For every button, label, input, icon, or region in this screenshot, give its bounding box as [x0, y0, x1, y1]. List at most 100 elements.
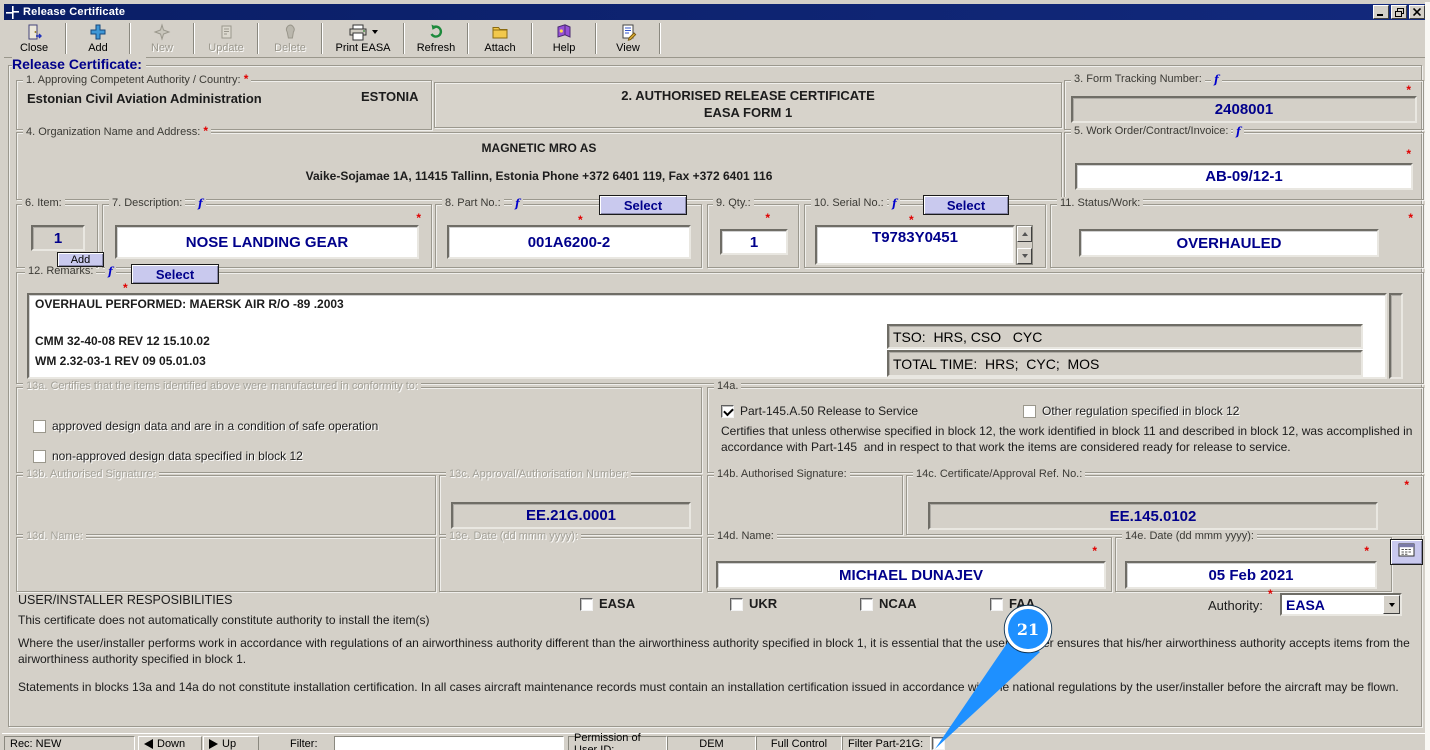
description-field[interactable]: NOSE LANDING GEAR	[115, 225, 419, 259]
block12-group: 12. Remarks: f * Select OVERHAUL PERFORM…	[16, 272, 1424, 384]
part145-release-checkbox[interactable]	[721, 405, 734, 418]
required-marker: *	[416, 211, 421, 225]
ukr-checkbox-label: UKR	[749, 596, 777, 611]
restore-button[interactable]	[1391, 5, 1407, 19]
required-marker: *	[1404, 478, 1409, 492]
form-tracking-number-field: 2408001	[1071, 96, 1417, 123]
easa-checkbox[interactable]	[580, 598, 593, 611]
down-button-label: Down	[157, 738, 185, 750]
print-easa-button[interactable]: Print EASA	[326, 21, 400, 56]
folder-icon	[491, 23, 509, 41]
window-title: Release Certificate	[23, 6, 125, 18]
part-no-select-button[interactable]: Select	[599, 195, 687, 215]
serial-no-select-button[interactable]: Select	[923, 195, 1009, 215]
organization-address: Vaike-Sojamae 1A, 11415 Tallinn, Estonia…	[17, 169, 1061, 183]
work-order-field[interactable]: AB-09/12-1	[1075, 163, 1413, 190]
attach-button[interactable]: Attach	[472, 21, 528, 56]
calendar-icon	[1398, 542, 1415, 562]
block6-label: 6. Item:	[22, 197, 65, 210]
page-title: Release Certificate:	[12, 56, 146, 72]
installer-para3: Statements in blocks 13a and 14a do not …	[18, 679, 1412, 695]
close-button-label: Close	[20, 42, 48, 54]
down-button[interactable]: Down	[138, 736, 202, 750]
view-button-label: View	[616, 42, 640, 54]
user-installer-heading: USER/INSTALLER RESPOSIBILITIES	[18, 593, 232, 607]
toolbar-separator	[193, 23, 195, 54]
remarks-select-button[interactable]: Select	[131, 264, 219, 284]
block5-group: 5. Work Order/Contract/Invoice: f * AB-0…	[1064, 132, 1424, 200]
help-button[interactable]: Help	[536, 21, 592, 56]
block10-label: 10. Serial No.:	[811, 197, 887, 210]
ncaa-checkbox[interactable]	[860, 598, 873, 611]
new-button-label: New	[151, 42, 173, 54]
close-window-button[interactable]	[1409, 5, 1425, 19]
ukr-checkbox[interactable]	[730, 598, 743, 611]
add-button[interactable]: Add	[70, 21, 126, 56]
status-work-field[interactable]: OVERHAULED	[1079, 229, 1379, 257]
combo-dropdown-icon[interactable]	[1383, 595, 1400, 614]
block5-label: 5. Work Order/Contract/Invoice:	[1071, 125, 1231, 138]
authority-combobox[interactable]: EASA	[1280, 593, 1402, 616]
minimize-button[interactable]	[1373, 5, 1389, 19]
block1-group: 1. Approving Competent Authority / Count…	[16, 80, 432, 130]
block2-box: 2. AUTHORISED RELEASE CERTIFICATE EASA F…	[434, 82, 1062, 128]
view-document-icon	[619, 23, 637, 41]
certificate-title-line1: 2. AUTHORISED RELEASE CERTIFICATE	[435, 88, 1061, 103]
block13d-group: 13d. Name:	[16, 537, 436, 592]
f-marker: f	[1233, 125, 1244, 138]
certificate-approval-ref-field: EE.145.0102	[928, 502, 1378, 530]
filter-part21g-checkbox[interactable]	[932, 737, 945, 750]
calendar-button[interactable]	[1390, 539, 1423, 565]
qty-field[interactable]: 1	[720, 229, 788, 255]
item-add-button[interactable]: Add	[57, 252, 104, 267]
toolbar-separator	[321, 23, 323, 54]
status-bar: Rec: NEW Down Up Filter: Permission of U…	[2, 733, 1426, 750]
toolbar-separator	[467, 23, 469, 54]
required-marker: *	[1092, 544, 1097, 558]
name-field[interactable]: MICHAEL DUNAJEV	[716, 561, 1106, 589]
required-marker: *	[1408, 211, 1413, 225]
block14a-label: 14a.	[714, 380, 741, 393]
serial-no-spinner[interactable]	[1016, 225, 1033, 265]
title-bar: Release Certificate	[4, 4, 1427, 20]
block13e-label: 13e. Date (dd mmm yyyy):	[446, 530, 581, 543]
remarks-line2: CMM 32-40-08 REV 12 15.10.02	[35, 334, 210, 348]
down-arrow-icon	[144, 739, 153, 749]
serial-no-field[interactable]: T9783Y0451	[815, 225, 1015, 265]
block1-label: 1. Approving Competent Authority / Count…	[23, 73, 251, 87]
toolbar-separator	[531, 23, 533, 54]
block14c-group: 14c. Certificate/Approval Ref. No.: * EE…	[906, 475, 1424, 535]
block14a-group: 14a. Part-145.A.50 Release to Service Ot…	[707, 387, 1424, 473]
part-no-field[interactable]: 001A6200-2	[447, 225, 691, 259]
print-dropdown-caret[interactable]	[372, 30, 378, 34]
update-button: Update	[198, 21, 254, 56]
part145-release-label: Part-145.A.50 Release to Service	[740, 404, 918, 418]
remarks-line1: OVERHAUL PERFORMED: MAERSK AIR R/O -89 .…	[35, 297, 344, 311]
date-field[interactable]: 05 Feb 2021	[1125, 561, 1377, 589]
block13d-label: 13d. Name:	[23, 530, 86, 543]
faa-checkbox[interactable]	[990, 598, 1003, 611]
toolbar-separator	[257, 23, 259, 54]
ncaa-checkbox-label: NCAA	[879, 596, 917, 611]
required-marker: *	[203, 124, 208, 138]
filter-input[interactable]	[334, 736, 564, 750]
delete-button-label: Delete	[274, 42, 306, 54]
close-button[interactable]: Close	[6, 21, 62, 56]
approving-authority-value: Estonian Civil Aviation Administration	[27, 91, 262, 106]
remarks-scrollbar[interactable]	[1389, 293, 1403, 379]
spinner-up-icon[interactable]	[1017, 226, 1032, 242]
approved-design-checkbox	[33, 420, 46, 433]
up-button[interactable]: Up	[203, 736, 259, 750]
f-marker: f	[889, 197, 900, 210]
filter-label: Filter:	[290, 738, 318, 750]
block13b-label: 13b. Authorised Signature:	[23, 468, 159, 481]
remarks-line3: WM 2.32-03-1 REV 09 05.01.03	[35, 354, 206, 368]
block11-group: 11. Status/Work: * OVERHAULED	[1050, 204, 1424, 268]
view-button[interactable]: View	[600, 21, 656, 56]
refresh-button[interactable]: Refresh	[408, 21, 464, 56]
printer-icon	[348, 23, 378, 41]
block14d-group: 14d. Name: * MICHAEL DUNAJEV	[707, 537, 1112, 592]
spinner-down-icon[interactable]	[1017, 248, 1032, 264]
authority-label: Authority:	[1208, 598, 1263, 613]
new-icon	[153, 23, 171, 41]
